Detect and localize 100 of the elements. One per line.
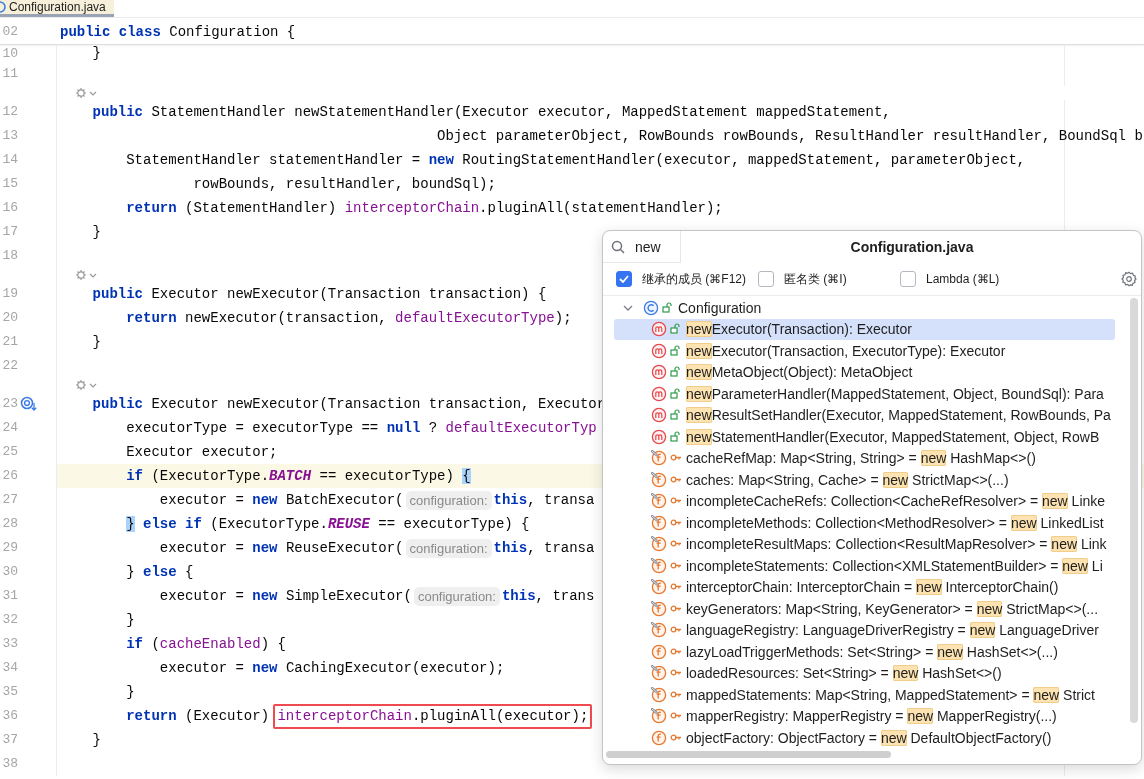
- item-label: interceptorChain: InterceptorChain = new InterceptorChain(): [686, 579, 1059, 596]
- code-text: executor = new CachingExecutor(executor);: [158, 659, 505, 678]
- item-label: lazyLoadTriggerMethods: Set<String> = new HashSet<>(...): [686, 643, 1058, 660]
- item-label: objectFactory: ObjectFactory = new DefaultObjectFactory(): [686, 729, 1052, 746]
- line-number: 16: [1, 199, 18, 217]
- line-number: 31: [1, 587, 18, 605]
- code-text: public StatementHandler newStatementHandler(Executor executor, MappedStatement mappedStatement,: [91, 103, 891, 122]
- line-number: 14: [1, 151, 18, 169]
- code-text: this, transa: [493, 491, 595, 510]
- popup-title: Configuration.java: [849, 239, 975, 255]
- tree-row[interactable]: interceptorChain: InterceptorChain = new InterceptorChain(): [614, 576, 1115, 598]
- tree-row[interactable]: incompleteResultMaps: Collection<ResultMapResolver> = new Link: [614, 533, 1115, 555]
- tree-row[interactable]: incompleteMethods: Collection<MethodResolver> = new LinkedList: [614, 512, 1115, 534]
- item-label: incompleteMethods: Collection<MethodResolver> = new LinkedList: [686, 514, 1104, 531]
- item-label: cacheRefMap: Map<String, String> = new HashMap<>(): [686, 450, 1036, 467]
- checkbox[interactable]: [900, 271, 916, 287]
- tree-row[interactable]: mappedStatements: Map<String, MappedStatement> = new Strict: [614, 684, 1115, 706]
- tree-row[interactable]: objectFactory: ObjectFactory = new DefaultObjectFactory(): [614, 727, 1115, 748]
- search-field[interactable]: new: [635, 238, 679, 255]
- tree-row[interactable]: mapperRegistry: MapperRegistry = new MapperRegistry(...): [614, 705, 1115, 727]
- item-label: keyGenerators: Map<String, KeyGenerator> = new StrictMap<>(...: [686, 600, 1099, 617]
- line-number: 13: [1, 127, 18, 145]
- checkbox-label[interactable]: 继承的成员 (⌘F12): [642, 270, 746, 288]
- line-number: 25: [1, 443, 18, 461]
- line-number: 20: [1, 309, 18, 327]
- tree-row[interactable]: lazyLoadTriggerMethods: Set<String> = new HashSet<>(...): [614, 641, 1115, 663]
- line-number: 26: [1, 467, 18, 485]
- ring-arrow-icon[interactable]: [20, 396, 38, 412]
- tree-row[interactable]: newExecutor(Transaction): Executor: [614, 318, 1115, 340]
- line-number: 10: [1, 45, 18, 62]
- code-text: executorType = executorType == null ? defaultExecutorTyp: [125, 419, 597, 438]
- code-text: this, trans: [501, 587, 595, 606]
- tree-row[interactable]: caches: Map<String, Cache> = new StrictMap<>(...): [614, 469, 1115, 491]
- tree-row[interactable]: newParameterHandler(MappedStatement, Object, BoundSql): Para: [614, 383, 1115, 405]
- code-text: return (Executor): [125, 707, 271, 726]
- code-text: }: [91, 333, 101, 352]
- inlay-hint: configuration:: [413, 586, 500, 606]
- item-label: newStatementHandler(Executor, MappedStatement, Object, RowB: [686, 428, 1100, 445]
- tree-row[interactable]: incompleteStatements: Collection<XMLStatementBuilder> = new Li: [614, 555, 1115, 577]
- code-text: this, transa: [493, 539, 595, 558]
- item-label: newMetaObject(Object): MetaObject: [686, 364, 913, 381]
- tree-row[interactable]: newResultSetHandler(Executor, MappedStatement, RowBounds, Pa: [614, 404, 1115, 426]
- line-number: 34: [1, 659, 18, 677]
- line-number: 30: [1, 563, 18, 581]
- code-text: } else if (ExecutorType.REUSE == executorType) {: [125, 515, 530, 534]
- line-number: 19: [1, 285, 18, 303]
- checkbox-label[interactable]: Lambda (⌘L): [926, 272, 1000, 286]
- item-label: newParameterHandler(MappedStatement, Object, BoundSql): Para: [686, 385, 1104, 402]
- line-number: 32: [1, 611, 18, 629]
- line-number: 17: [1, 223, 18, 241]
- code-text: }: [91, 731, 101, 750]
- tree-row[interactable]: languageRegistry: LanguageDriverRegistry = new LanguageDriver: [614, 619, 1115, 641]
- item-label: newExecutor(Transaction, ExecutorType): Executor: [686, 342, 1006, 359]
- check-icon: [619, 275, 629, 283]
- line-number: 27: [1, 491, 18, 509]
- item-label: newExecutor(Transaction): Executor: [686, 321, 912, 338]
- checkbox[interactable]: [616, 271, 632, 287]
- item-label: mappedStatements: Map<String, MappedStatement> = new Strict: [686, 686, 1095, 703]
- code-text: }: [125, 611, 135, 630]
- cog-chevron-icon: [75, 269, 99, 281]
- code-text: return (StatementHandler) interceptorChain.pluginAll(statementHandler);: [125, 199, 723, 218]
- tree-row[interactable]: newMetaObject(Object): MetaObject: [614, 361, 1115, 383]
- code-text: if (cacheEnabled) {: [125, 635, 286, 654]
- line-number: 33: [1, 635, 18, 653]
- checkbox-label[interactable]: 匿名类 (⌘I): [784, 270, 847, 288]
- code-text: }: [125, 683, 135, 702]
- code-text: executor = new SimpleExecutor(: [158, 587, 412, 606]
- item-label: Configuration: [678, 299, 762, 316]
- line-number: 35: [1, 683, 18, 701]
- code-text: } else {: [125, 563, 194, 582]
- line-number: 37: [1, 731, 18, 749]
- scrollbar[interactable]: [606, 751, 891, 758]
- line-number: 38: [1, 755, 18, 773]
- tree-row[interactable]: loadedResources: Set<String> = new HashSet<>(): [614, 662, 1115, 684]
- item-label: mapperRegistry: MapperRegistry = new MapperRegistry(...): [686, 708, 1057, 725]
- code-text: executor = new ReuseExecutor(: [158, 539, 404, 558]
- tree-row[interactable]: newStatementHandler(Executor, MappedStatement, Object, RowB: [614, 426, 1115, 448]
- code-text: }: [91, 45, 101, 62]
- checkbox[interactable]: [758, 271, 774, 287]
- tree-row[interactable]: Configuration: [614, 297, 1115, 319]
- code-text: rowBounds, resultHandler, boundSql);: [192, 175, 496, 194]
- tree-row[interactable]: newExecutor(Transaction, ExecutorType): Executor: [614, 340, 1115, 362]
- code-text: Object parameterObject, RowBounds rowBounds, ResultHandler resultHandler, BoundSql b: [436, 127, 1143, 146]
- code-text: }: [91, 223, 101, 242]
- tree-row[interactable]: cacheRefMap: Map<String, String> = new HashMap<>(): [614, 447, 1115, 469]
- file-icon: [0, 1, 6, 13]
- editor-tab[interactable]: Configuration.java: [0, 0, 114, 17]
- method-icon: [651, 342, 667, 359]
- scrollbar[interactable]: [1130, 298, 1138, 723]
- tree-row[interactable]: keyGenerators: Map<String, KeyGenerator> = new StrictMap<>(...: [614, 598, 1115, 620]
- line-number: 22: [1, 357, 18, 375]
- line-number: 11: [1, 65, 18, 83]
- line-number: 15: [1, 175, 18, 193]
- code-text: public Executor newExecutor(Transaction transaction, Executor: [91, 395, 606, 414]
- code-text: Executor executor;: [125, 443, 278, 462]
- method-icon: [651, 321, 667, 338]
- settings-icon[interactable]: [1121, 271, 1137, 287]
- line-number: 02: [1, 23, 18, 41]
- tree-row[interactable]: incompleteCacheRefs: Collection<CacheRefResolver> = new Linke: [614, 490, 1115, 512]
- code-text: if (ExecutorType.BATCH == executorType) {: [125, 467, 471, 486]
